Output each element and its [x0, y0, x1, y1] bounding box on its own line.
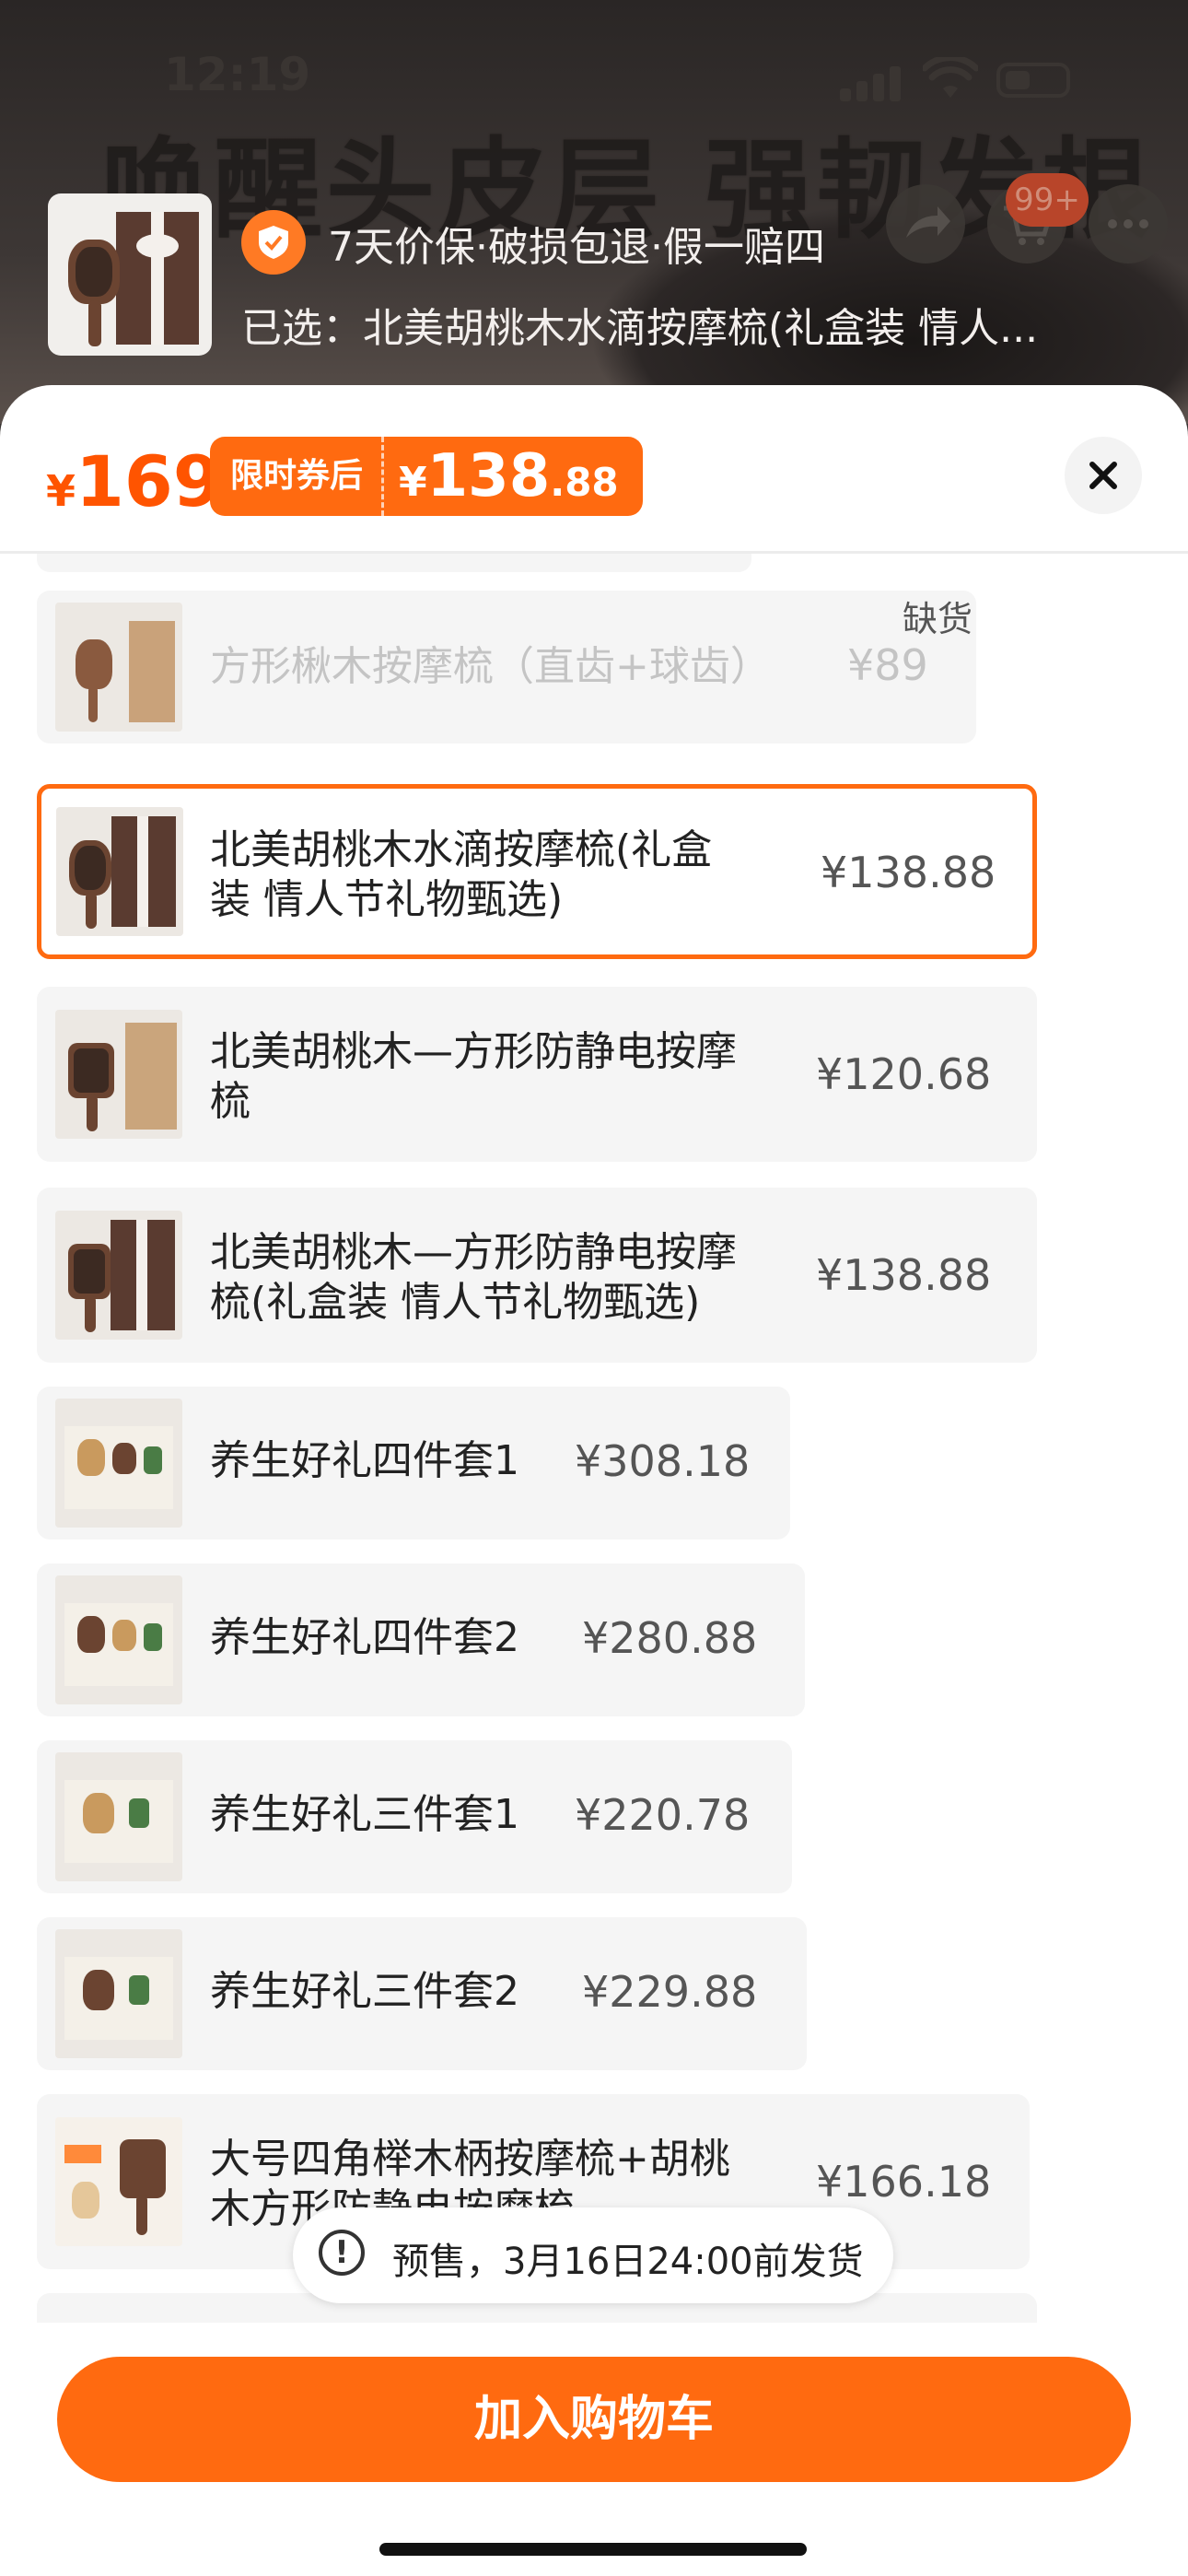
status-time: 12:19 — [164, 48, 311, 101]
presale-notice: ! 预售，3月16日24:00前发货 — [293, 2207, 893, 2303]
wifi-icon — [923, 57, 978, 98]
option-item-partial[interactable] — [37, 554, 751, 572]
selected-variant-label: 已选：北美胡桃木水滴按摩梳(礼盒装 情人... — [241, 305, 1039, 352]
sku-selector-sheet: ¥169 限时券后 ¥138.88 方形楸木按摩梳（直齿+球齿） ¥89 缺货 — [0, 385, 1188, 2576]
option-price: ¥138.88 — [821, 848, 996, 897]
option-price: ¥308.18 — [575, 1436, 751, 1486]
option-item[interactable]: 养生好礼四件套2 ¥280.88 — [37, 1563, 805, 1716]
option-name: 养生好礼四件套2 — [210, 1614, 519, 1661]
option-item[interactable]: 养生好礼三件套1 ¥220.78 — [37, 1740, 792, 1893]
option-thumbnail — [55, 2117, 182, 2246]
option-thumbnail — [55, 1399, 182, 1528]
presale-text: 预售，3月16日24:00前发货 — [392, 2241, 864, 2283]
option-item-selected[interactable]: 北美胡桃木水滴按摩梳(礼盒 装 情人节礼物甄选) ¥138.88 — [37, 784, 1037, 959]
option-name: 北美胡桃木—方形防静电按摩 梳 — [210, 1028, 737, 1125]
option-name: 北美胡桃木—方形防静电按摩 梳(礼盒装 情人节礼物甄选) — [210, 1229, 737, 1326]
signal-icon — [840, 64, 904, 101]
option-price: ¥280.88 — [582, 1613, 758, 1663]
share-icon — [906, 206, 950, 238]
option-thumbnail — [55, 603, 182, 732]
option-name: 北美胡桃木水滴按摩梳(礼盒 装 情人节礼物甄选) — [210, 826, 713, 923]
option-price: ¥220.78 — [575, 1790, 751, 1840]
option-item[interactable]: 方形楸木按摩梳（直齿+球齿） ¥89 — [37, 591, 976, 744]
option-thumbnail — [55, 1752, 182, 1881]
close-button[interactable] — [1065, 437, 1142, 514]
selected-product-image[interactable] — [48, 193, 212, 356]
option-name: 方形楸木按摩梳（直齿+球齿） — [210, 643, 771, 690]
option-list[interactable]: 方形楸木按摩梳（直齿+球齿） ¥89 缺货 北美胡桃木水滴按摩梳(礼盒 装 情人… — [0, 554, 1188, 2323]
close-icon — [1089, 462, 1117, 489]
coupon-amount: ¥138.88 — [399, 442, 619, 510]
option-thumbnail — [55, 1575, 182, 1704]
home-indicator[interactable] — [379, 2543, 807, 2556]
background-page: 唤醒头皮层 强韧发根 12:19 99+ 7天价保·破损包退·假一赔四 已选：北… — [0, 0, 1188, 424]
option-name: 养生好礼四件套1 — [210, 1437, 519, 1484]
share-button[interactable] — [886, 184, 965, 263]
out-of-stock-label: 缺货 — [903, 599, 973, 639]
option-price: ¥166.18 — [816, 2157, 992, 2207]
option-price: ¥229.88 — [582, 1967, 758, 2017]
option-thumbnail — [56, 807, 183, 936]
option-price: ¥89 — [847, 640, 928, 690]
option-thumbnail — [55, 1929, 182, 2058]
current-price: ¥169 — [46, 440, 222, 522]
option-name: 养生好礼三件套1 — [210, 1791, 519, 1838]
option-item[interactable]: 养生好礼三件套2 ¥229.88 — [37, 1917, 807, 2070]
option-item[interactable]: 养生好礼四件套1 ¥308.18 — [37, 1387, 790, 1540]
option-price: ¥120.68 — [816, 1049, 992, 1099]
more-button[interactable] — [1089, 184, 1168, 263]
service-guarantee: 7天价保·破损包退·假一赔四 — [328, 224, 825, 271]
alert-icon: ! — [319, 2230, 365, 2276]
option-name: 养生好礼三件套2 — [210, 1968, 519, 2015]
coupon-label: 限时券后 — [210, 437, 385, 516]
option-item[interactable]: 北美胡桃木—方形防静电按摩 梳(礼盒装 情人节礼物甄选) ¥138.88 — [37, 1188, 1037, 1363]
option-item[interactable]: 北美胡桃木—方形防静电按摩 梳 ¥120.68 — [37, 987, 1037, 1162]
price-bar: ¥169 限时券后 ¥138.88 — [0, 385, 1188, 551]
coupon-price-tag: 限时券后 ¥138.88 — [210, 437, 643, 516]
cart-count-badge: 99+ — [1006, 173, 1089, 227]
option-thumbnail — [55, 1211, 182, 1340]
option-price: ¥138.88 — [816, 1250, 992, 1300]
battery-icon — [996, 63, 1070, 98]
add-to-cart-button[interactable]: 加入购物车 — [57, 2357, 1131, 2482]
shield-check-icon — [241, 210, 306, 275]
price-value: 169 — [76, 440, 222, 522]
option-thumbnail — [55, 1010, 182, 1139]
more-icon — [1108, 219, 1148, 228]
